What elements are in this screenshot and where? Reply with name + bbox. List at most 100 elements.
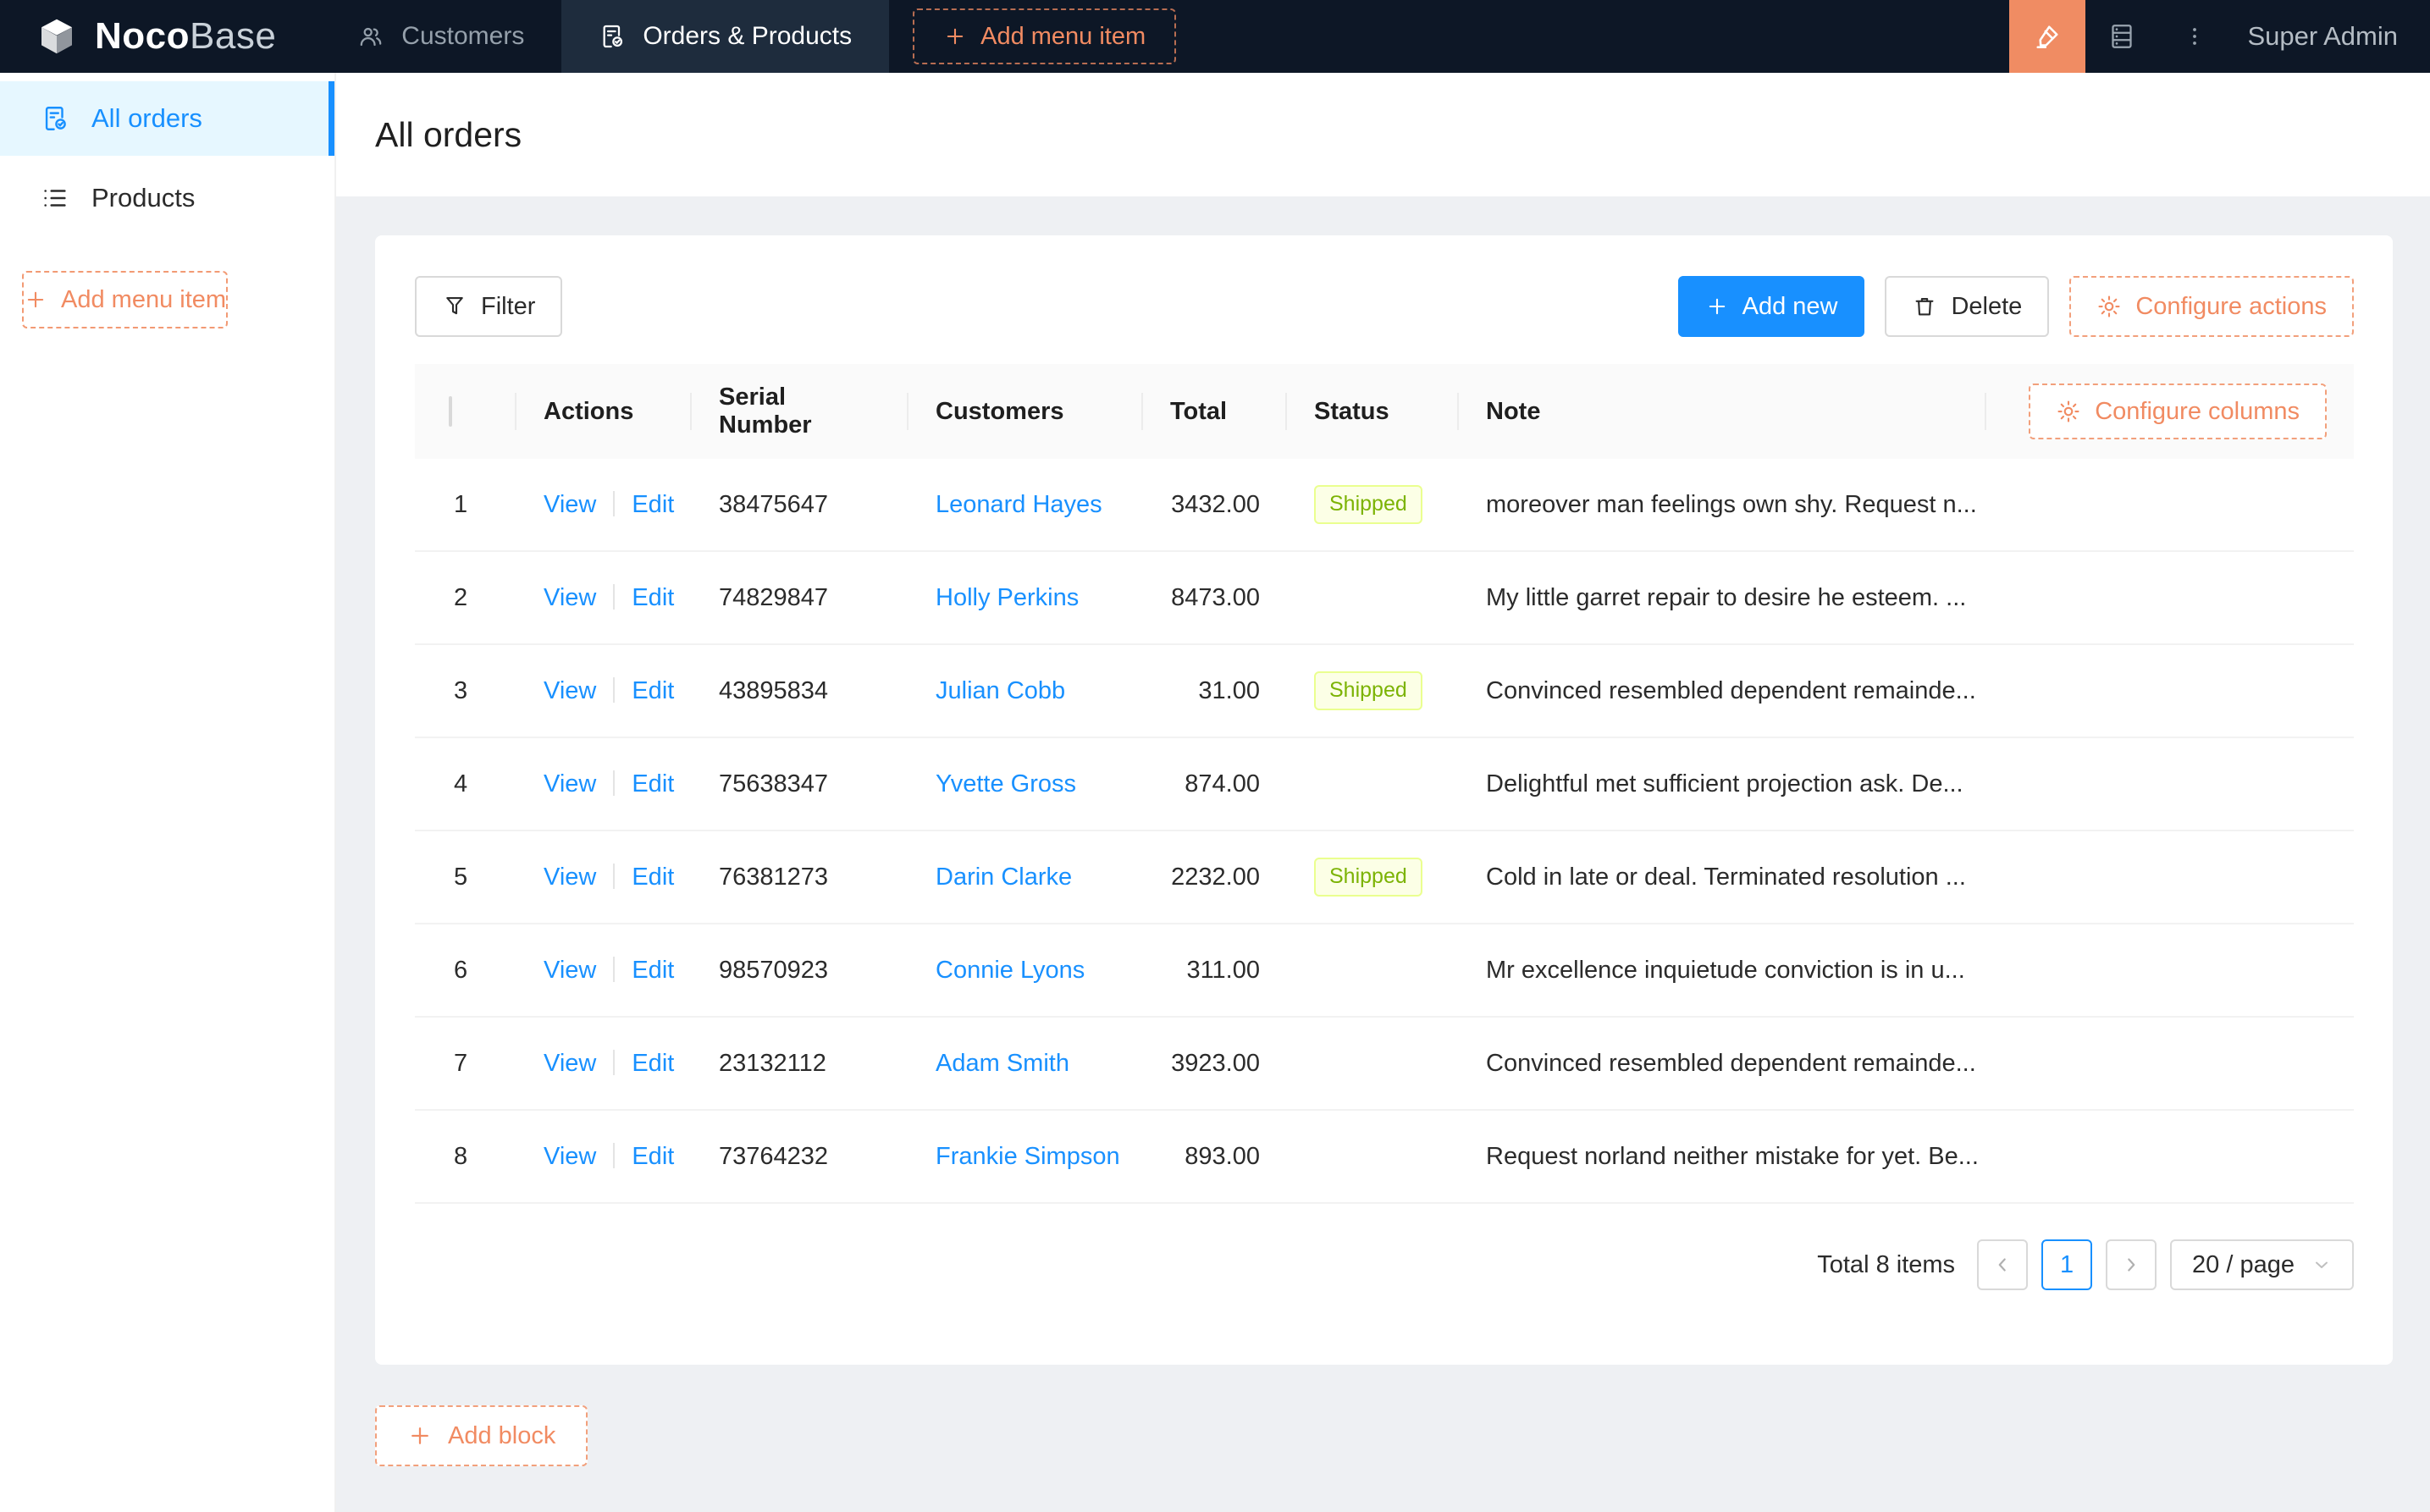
column-header-actions: Actions — [516, 398, 692, 426]
customer-link[interactable]: Julian Cobb — [936, 677, 1065, 704]
customer-link[interactable]: Frankie Simpson — [936, 1143, 1120, 1170]
row-index: 3 — [454, 676, 468, 704]
sidebar-add-menu-item-button[interactable]: Add menu item — [22, 271, 229, 328]
sidebar-item-label: Products — [91, 183, 196, 212]
add-new-button-label: Add new — [1742, 292, 1838, 320]
logo-text-noco: Noco — [95, 15, 190, 57]
view-link[interactable]: View — [544, 677, 596, 704]
sidebar-item-label: All orders — [91, 103, 202, 133]
sidebar-item-products[interactable]: Products — [0, 161, 334, 235]
trash-icon — [1912, 294, 1937, 319]
content-area: Filter Add new Delete Configure actions … — [336, 196, 2430, 1512]
row-actions: View Edit — [516, 956, 692, 985]
serial-number-cell: 73764232 — [719, 1142, 829, 1170]
sidebar-item-all-orders[interactable]: All orders — [0, 81, 334, 156]
page-header: All orders — [336, 73, 2430, 196]
customer-link[interactable]: Connie Lyons — [936, 957, 1085, 984]
edit-link[interactable]: Edit — [632, 491, 674, 518]
navbar-add-menu-item-label: Add menu item — [980, 22, 1146, 50]
row-actions: View Edit — [516, 676, 692, 705]
column-header-serial-number: Serial Number — [692, 384, 908, 439]
edit-link[interactable]: Edit — [632, 864, 674, 891]
pagination-next-button[interactable] — [2106, 1239, 2157, 1290]
edit-link[interactable]: Edit — [632, 584, 674, 611]
table-row: 5 View Edit 76381273 Darin Clarke 2232.00… — [415, 831, 2354, 924]
configure-actions-button[interactable]: Configure actions — [2069, 276, 2354, 337]
tab-customers[interactable]: Customers — [320, 0, 561, 73]
more-menu-button[interactable] — [2158, 0, 2231, 73]
customer-cell: Yvette Gross — [908, 770, 1143, 798]
chevron-left-icon — [1991, 1254, 2013, 1276]
sidebar: All orders Products Add menu item — [0, 73, 336, 1512]
customer-link[interactable]: Darin Clarke — [936, 864, 1072, 891]
filter-button-label: Filter — [481, 292, 536, 320]
customer-link[interactable]: Holly Perkins — [936, 584, 1079, 611]
add-new-button[interactable]: Add new — [1677, 276, 1865, 337]
note-cell: Request norland neither mistake for yet.… — [1486, 1142, 1979, 1170]
customer-cell: Julian Cobb — [908, 677, 1143, 705]
status-badge: Shipped — [1314, 671, 1422, 710]
total-cell: 8473.00 — [1171, 583, 1260, 611]
action-divider — [613, 956, 616, 982]
configure-actions-label: Configure actions — [2135, 292, 2327, 320]
page-size-value: 20 / page — [2192, 1250, 2295, 1278]
customer-link[interactable]: Yvette Gross — [936, 770, 1076, 797]
tab-orders-products[interactable]: Orders & Products — [561, 0, 890, 73]
gear-icon — [2056, 399, 2081, 424]
add-block-label: Add block — [448, 1421, 556, 1449]
customer-link[interactable]: Adam Smith — [936, 1050, 1069, 1077]
delete-button-label: Delete — [1951, 292, 2023, 320]
view-link[interactable]: View — [544, 1143, 596, 1170]
status-badge: Shipped — [1314, 858, 1422, 897]
serial-number-cell: 23132112 — [719, 1049, 826, 1077]
ui-editor-button[interactable] — [2008, 0, 2085, 73]
pagination-page-1[interactable]: 1 — [2041, 1239, 2093, 1290]
plus-icon — [943, 25, 967, 48]
table-row: 3 View Edit 43895834 Julian Cobb 31.00 Sh… — [415, 645, 2354, 738]
view-link[interactable]: View — [544, 491, 596, 518]
customer-cell: Holly Perkins — [908, 584, 1143, 612]
pagination-prev-button[interactable] — [1977, 1239, 2029, 1290]
column-header-status: Status — [1287, 398, 1459, 426]
database-icon-button[interactable] — [2085, 0, 2158, 73]
edit-link[interactable]: Edit — [632, 770, 674, 797]
column-header-note: Note — [1459, 398, 1986, 426]
select-all-checkbox[interactable] — [449, 395, 452, 427]
page-size-select[interactable]: 20 / page — [2170, 1239, 2354, 1290]
row-actions: View Edit — [516, 490, 692, 519]
table-row: 4 View Edit 75638347 Yvette Gross 874.00 … — [415, 738, 2354, 831]
row-index: 1 — [454, 490, 468, 518]
view-link[interactable]: View — [544, 957, 596, 984]
total-cell: 311.00 — [1186, 956, 1260, 984]
edit-link[interactable]: Edit — [632, 957, 674, 984]
plus-icon — [407, 1423, 433, 1449]
edit-link[interactable]: Edit — [632, 677, 674, 704]
edit-link[interactable]: Edit — [632, 1143, 674, 1170]
delete-button[interactable]: Delete — [1885, 276, 2050, 337]
navbar-add-menu-item-button[interactable]: Add menu item — [913, 8, 1177, 64]
configure-columns-button[interactable]: Configure columns — [2029, 384, 2327, 439]
table-row: 7 View Edit 23132112 Adam Smith 3923.00 C… — [415, 1018, 2354, 1111]
total-cell: 3432.00 — [1171, 490, 1260, 518]
toolbar-right-group: Add new Delete Configure actions — [1677, 276, 2354, 337]
action-divider — [613, 770, 616, 796]
table-header: Actions Serial Number Customers Total St… — [415, 364, 2354, 459]
row-actions: View Edit — [516, 583, 692, 612]
filter-button[interactable]: Filter — [415, 276, 563, 337]
nocobase-logo[interactable]: NocoBase — [0, 0, 320, 73]
user-menu[interactable]: Super Admin — [2231, 21, 2430, 52]
add-block-button[interactable]: Add block — [375, 1405, 588, 1466]
view-link[interactable]: View — [544, 584, 596, 611]
column-header-total: Total — [1143, 398, 1287, 426]
view-link[interactable]: View — [544, 770, 596, 797]
note-cell: moreover man feelings own shy. Request n… — [1486, 490, 1977, 518]
action-divider — [613, 676, 616, 703]
row-actions: View Edit — [516, 770, 692, 798]
action-divider — [613, 1049, 616, 1075]
edit-link[interactable]: Edit — [632, 1050, 674, 1077]
status-cell: Shipped — [1287, 485, 1459, 524]
row-actions: View Edit — [516, 1049, 692, 1078]
view-link[interactable]: View — [544, 864, 596, 891]
customer-link[interactable]: Leonard Hayes — [936, 491, 1102, 518]
view-link[interactable]: View — [544, 1050, 596, 1077]
